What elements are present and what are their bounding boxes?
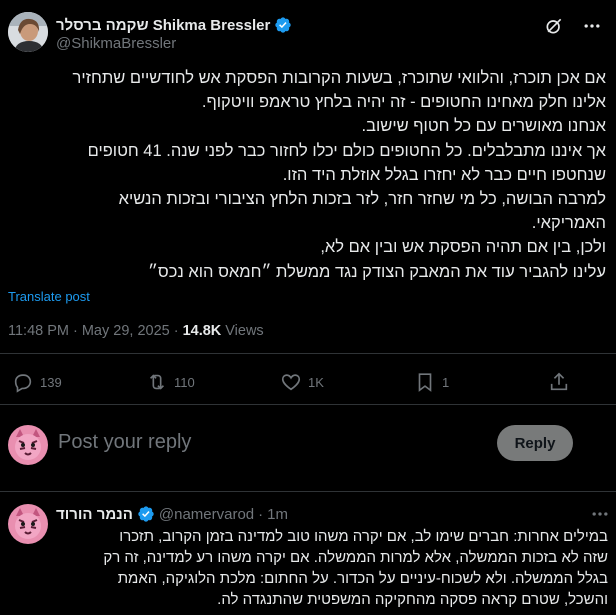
more-options-icon[interactable]: [582, 16, 602, 36]
like-action[interactable]: 1K: [280, 371, 324, 393]
reply-composer: Post your reply Reply: [0, 414, 616, 476]
post-thread: שקמה ברסלר Shikma Bressler @ShikmaBressl…: [0, 0, 616, 615]
reply-body-line: והשכל, שטרם קראה פסקה מהחקיקה המשפטית שה…: [217, 591, 608, 608]
repost-action[interactable]: 110: [146, 371, 195, 393]
grok-icon[interactable]: [544, 16, 564, 36]
post-body-line: אלינו חלק מאחינו החטופים - זה יהיה בלחץ …: [201, 93, 606, 112]
share-action[interactable]: [548, 371, 570, 393]
views-count: 14.8K: [182, 323, 222, 339]
reply-author-handle[interactable]: @namervarod: [159, 506, 254, 523]
repost-icon: [149, 374, 165, 390]
post-body-line: למרבה הבושה, כל מי שחזר חזר, לזר בזכות ה…: [118, 190, 606, 209]
post-body-line: האמריקאי.: [531, 214, 606, 233]
more-options-icon[interactable]: [590, 504, 610, 524]
post-date[interactable]: May 29, 2025: [82, 323, 170, 339]
reply-icon: [14, 374, 32, 393]
post-body-line: אך איננו מתבלבלים. כל החטופים כולם יכלו …: [87, 141, 606, 160]
reply-author-name[interactable]: הנמר הורוד: [56, 506, 133, 523]
post-body-line: אנחנו מאושרים עם כל חטוף שישוב.: [361, 117, 606, 136]
reply-time[interactable]: 1m: [267, 506, 288, 523]
reply-body: במילים אחרות: חברים שימו לב, אם יקרה משה…: [56, 526, 608, 610]
divider: [0, 404, 616, 405]
author-handle[interactable]: @ShikmaBressler: [56, 35, 176, 52]
reply-body-line: במילים אחרות: חברים שימו לב, אם יקרה משה…: [119, 528, 608, 545]
repost-count: 110: [174, 374, 195, 390]
reply-body-line: שזה לא בזכות הממשלה, אלא למרות הממשלה. א…: [103, 549, 608, 566]
post-time[interactable]: 11:48 PM: [8, 323, 69, 339]
verified-badge-icon: [138, 506, 154, 522]
reply-count: 139: [40, 374, 62, 390]
reply-author-line: הנמר הורוד @namervarod · 1m: [56, 505, 288, 523]
post-meta: 11:48 PM · May 29, 2025 · 14.8K Views: [8, 323, 264, 339]
heart-icon: [281, 374, 301, 391]
post-body-line: ולכן, בין אם תהיה הפסקת אש ובין אם לא,: [320, 238, 606, 257]
author-avatar[interactable]: [8, 12, 48, 52]
post-body-line: עלינו להגביר עוד את המאבק הצודק נגד ממשל…: [147, 262, 606, 281]
bookmark-action[interactable]: 1: [414, 371, 449, 393]
post-header: שקמה ברסלר Shikma Bressler @ShikmaBressl…: [8, 12, 608, 56]
translate-post-link[interactable]: Translate post: [8, 289, 90, 304]
meta-separator: ·: [73, 323, 78, 339]
reply-button[interactable]: Reply: [497, 425, 573, 461]
reply-body-line: בגלל הממשלה. ולא לשכוח-עיניים על הכדור. …: [117, 570, 608, 587]
share-icon: [550, 372, 568, 391]
post-body-line: שנחטפו חיים כבר לא יחזרו בגלל אוזלת היד …: [282, 165, 606, 184]
user-avatar[interactable]: [8, 425, 48, 465]
action-bar: 139 110 1K 1: [0, 363, 616, 401]
divider: [0, 353, 616, 354]
meta-separator: ·: [173, 323, 179, 339]
reply-input[interactable]: Post your reply: [58, 431, 191, 454]
author-name[interactable]: שקמה ברסלר Shikma Bressler: [56, 17, 270, 34]
reply-action[interactable]: 139: [12, 371, 62, 393]
author-name-line: שקמה ברסלר Shikma Bressler: [56, 15, 292, 35]
meta-separator: ·: [258, 505, 264, 523]
like-count: 1K: [308, 374, 324, 390]
bookmark-count: 1: [442, 374, 450, 390]
verified-badge-icon: [275, 17, 292, 33]
bookmark-icon: [418, 373, 432, 392]
reply-tweet[interactable]: הנמר הורוד @namervarod · 1m במילים אחרות…: [0, 492, 616, 615]
reply-author-avatar[interactable]: [8, 504, 48, 544]
post-body-line: אם אכן תוכרז, והלוואי שתוכרז, בשעות הקרו…: [72, 69, 606, 87]
views-label: Views: [225, 323, 264, 339]
post-body: אם אכן תוכרז, והלוואי שתוכרז, בשעות הקרו…: [8, 66, 606, 284]
